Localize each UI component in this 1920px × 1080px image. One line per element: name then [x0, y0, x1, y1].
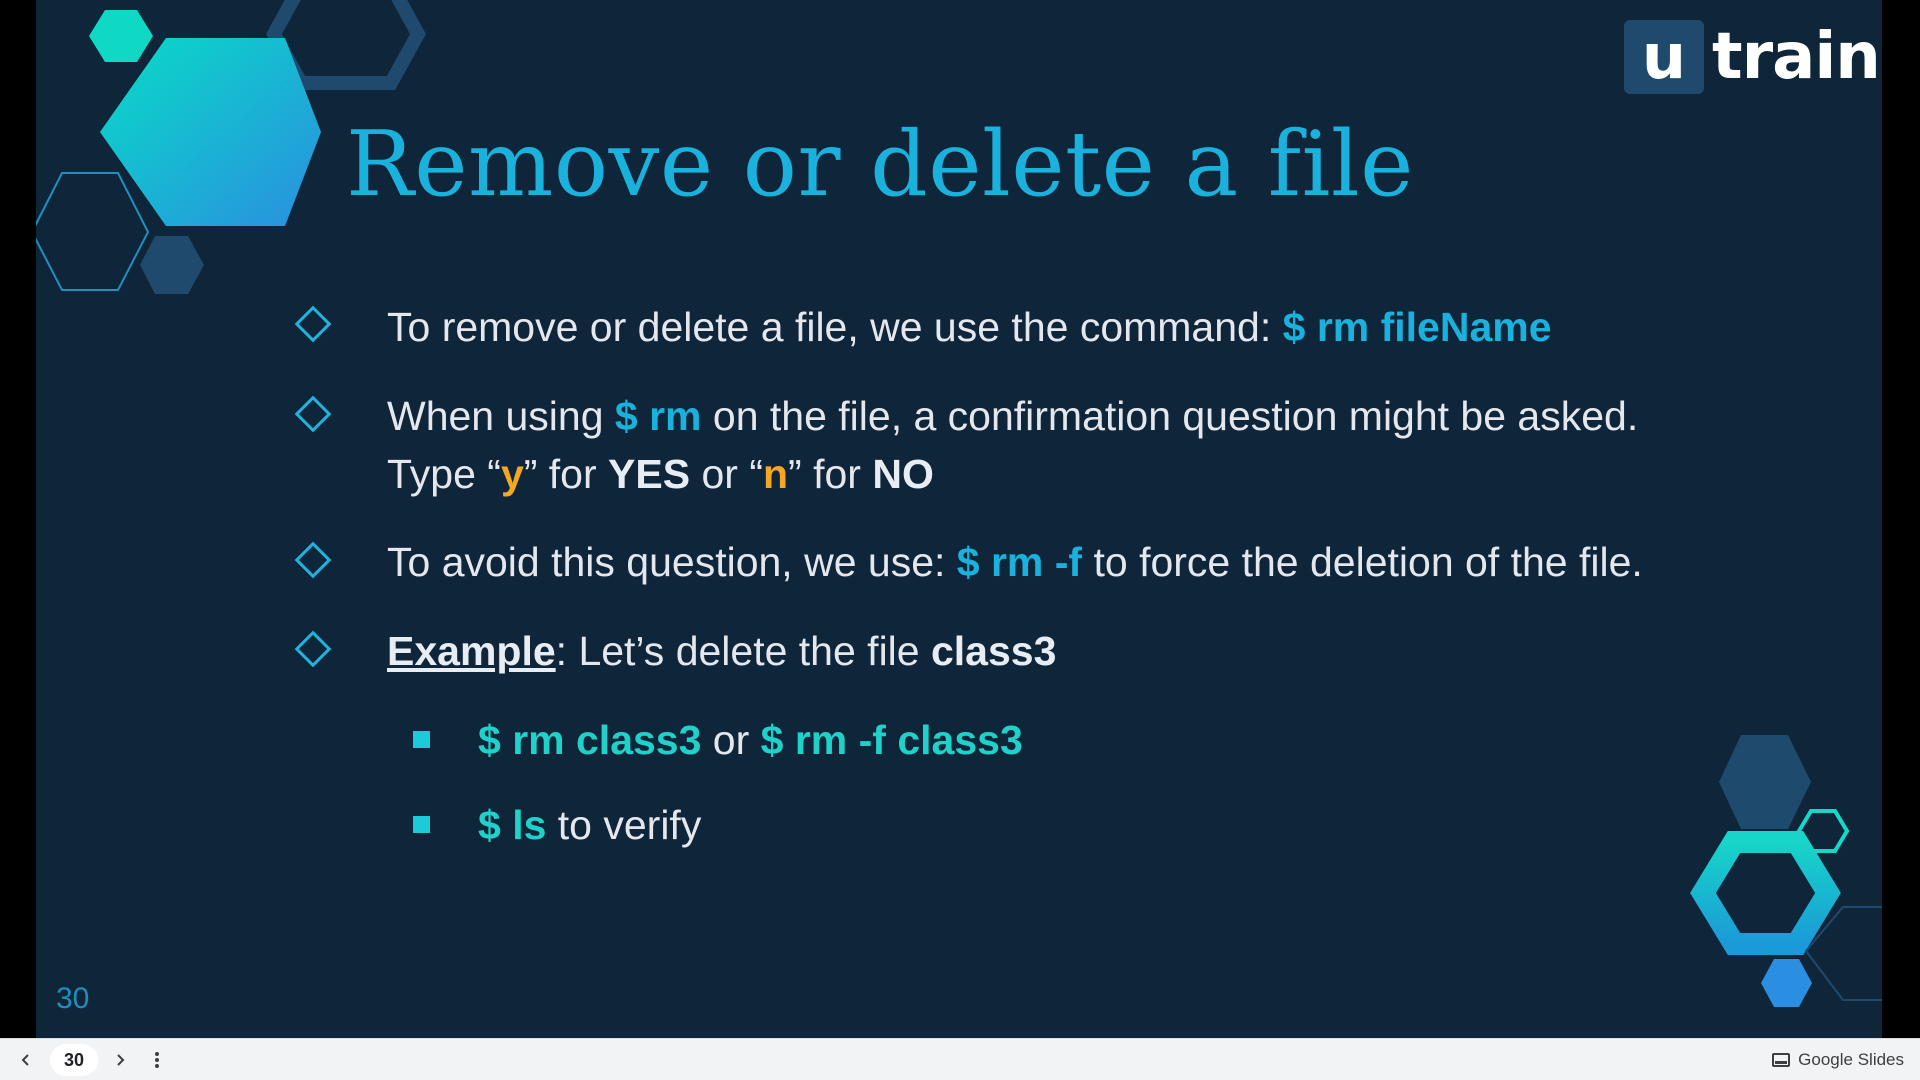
command-text: $ rm class3 — [478, 717, 702, 763]
bullet-text: ” for — [523, 451, 609, 497]
command-text: $ rm -f — [956, 539, 1083, 585]
bullet-item: When using $ rm on the file, a confirmat… — [387, 387, 1638, 445]
bullet-text: Type “ — [387, 451, 501, 497]
bullet-text: or — [701, 717, 761, 763]
command-text: $ ls — [478, 802, 547, 848]
bullet-item: Example: Let’s delete the file class3 — [387, 622, 1056, 680]
square-bullet-icon — [413, 816, 430, 833]
command-text: $ rm — [614, 393, 702, 439]
file-name: class3 — [930, 628, 1057, 674]
bullet-text: to force the deletion of the file. — [1082, 539, 1643, 585]
next-slide-button[interactable] — [106, 1039, 134, 1080]
slide-number: 30 — [56, 982, 90, 1015]
logo-u-badge: u — [1624, 20, 1704, 94]
bullet-text: ” for — [788, 451, 873, 497]
no-key: n — [763, 451, 789, 497]
bullet-item: To remove or delete a file, we use the c… — [387, 298, 1552, 356]
yes-label: YES — [608, 451, 691, 497]
yes-key: y — [500, 451, 524, 497]
command-text: $ rm fileName — [1282, 304, 1552, 350]
sub-bullet-item: $ ls to verify — [478, 796, 701, 854]
hexagon-dark-small — [140, 236, 204, 294]
command-text: $ rm -f class3 — [760, 717, 1023, 763]
google-slides-link[interactable]: Google Slides — [1772, 1039, 1904, 1080]
square-bullet-icon — [413, 731, 430, 748]
bullet-text: When using — [387, 393, 615, 439]
google-slides-label: Google Slides — [1798, 1050, 1904, 1069]
hexagon-large-gradient — [100, 38, 321, 226]
bullet-text: or “ — [690, 451, 763, 497]
slide-title: Remove or delete a file — [346, 112, 1414, 217]
prev-arrow-icon — [21, 1054, 29, 1066]
bullet-item: To avoid this question, we use: $ rm -f … — [387, 533, 1643, 591]
more-options-button[interactable] — [144, 1039, 170, 1080]
utrain-logo: u train — [1624, 20, 1881, 94]
slides-viewer: u train Remove or delete a file To remov… — [0, 0, 1920, 1080]
slide: u train Remove or delete a file To remov… — [36, 0, 1882, 1038]
bullet-text: to verify — [546, 802, 702, 848]
hexagon-dark-br — [1719, 735, 1811, 829]
bullet-text: To avoid this question, we use: — [387, 539, 957, 585]
hexagon-outline-blue — [36, 172, 150, 291]
example-label: Example — [387, 628, 556, 674]
logo-text: train — [1712, 20, 1881, 94]
google-slides-icon — [1772, 1053, 1791, 1067]
no-label: NO — [872, 451, 934, 497]
more-vert-icon — [155, 1052, 159, 1068]
hexagon-blue-br — [1761, 959, 1812, 1007]
bullet-text: on the file, a confirmation question mig… — [701, 393, 1639, 439]
next-arrow-icon — [117, 1054, 125, 1066]
hexagon-ring-gradient — [1690, 831, 1841, 955]
viewer-toolbar: 30 Google Slides — [0, 1038, 1920, 1080]
bullet-item-line2: Type “y” for YES or “n” for NO — [387, 445, 934, 503]
bullet-text: : Let’s delete the file — [555, 628, 931, 674]
hexagon-small-teal — [89, 10, 153, 62]
page-number-input[interactable]: 30 — [50, 1044, 98, 1076]
prev-slide-button[interactable] — [12, 1039, 40, 1080]
bullet-text: To remove or delete a file, we use the c… — [387, 304, 1283, 350]
sub-bullet-item: $ rm class3 or $ rm -f class3 — [478, 711, 1023, 769]
